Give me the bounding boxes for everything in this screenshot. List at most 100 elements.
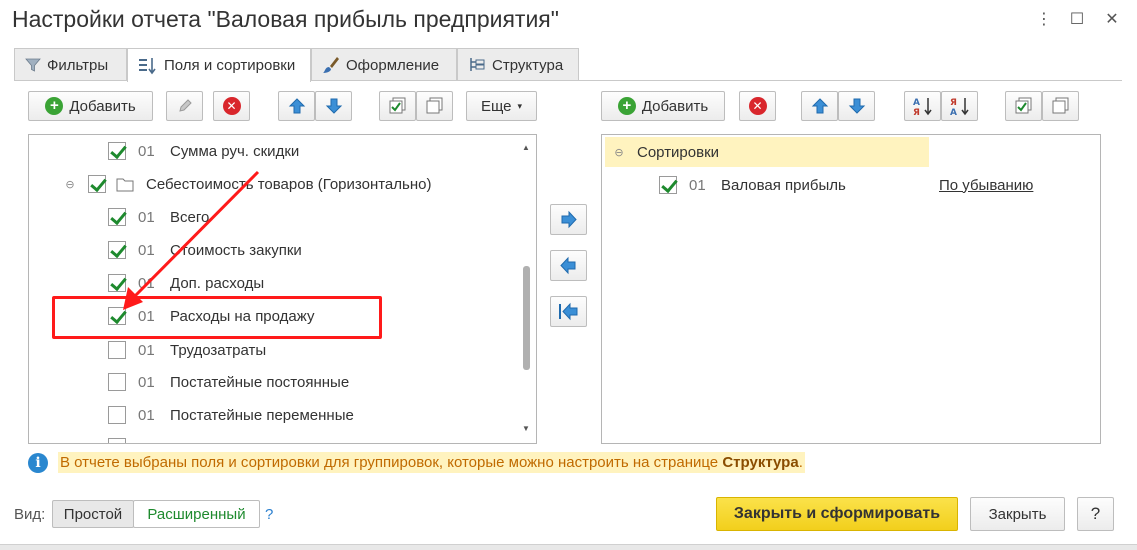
field-row[interactable]: 01 Постатейные постоянные bbox=[108, 370, 349, 394]
move-left-button[interactable] bbox=[550, 250, 587, 281]
window-title: Настройки отчета "Валовая прибыль предпр… bbox=[12, 6, 559, 32]
sort-move-down-button[interactable] bbox=[838, 91, 875, 121]
view-simple-button[interactable]: Простой bbox=[52, 500, 134, 528]
view-advanced-button[interactable]: Расширенный bbox=[133, 500, 260, 528]
sorting-checkbox[interactable] bbox=[659, 176, 677, 194]
scrollbar-thumb[interactable] bbox=[523, 266, 530, 370]
more-button[interactable]: Еще ▾ bbox=[466, 91, 537, 121]
sorting-number: 01 bbox=[689, 176, 706, 194]
maximize-icon[interactable]: ☐ bbox=[1065, 8, 1089, 32]
field-row[interactable]: 01 Всего bbox=[108, 205, 209, 229]
scroll-down-icon[interactable]: ▼ bbox=[521, 424, 531, 433]
field-label: Всего bbox=[170, 208, 210, 226]
close-icon[interactable]: ✕ bbox=[1100, 8, 1124, 32]
field-checkbox[interactable] bbox=[108, 142, 126, 160]
delete-icon: ✕ bbox=[748, 97, 767, 115]
sort-descending-icon: Я А bbox=[950, 98, 969, 116]
tab-label: Фильтры bbox=[47, 56, 109, 74]
tab-design[interactable]: Оформление bbox=[311, 48, 457, 81]
edit-button[interactable] bbox=[166, 91, 203, 121]
tab-filters[interactable]: Фильтры bbox=[14, 48, 127, 81]
sortings-header-row[interactable]: ⊖ Сортировки bbox=[612, 140, 719, 164]
info-text: В отчете выбраны поля и сортировки для г… bbox=[58, 452, 805, 473]
view-help-icon[interactable]: ? bbox=[265, 502, 273, 526]
check-all-icon bbox=[389, 97, 405, 114]
bottom-edge bbox=[0, 544, 1137, 550]
close-button[interactable]: Закрыть bbox=[970, 497, 1065, 531]
field-number: 01 bbox=[138, 241, 155, 259]
add-field-button[interactable]: + Добавить bbox=[28, 91, 153, 121]
tab-label: Оформление bbox=[346, 56, 440, 74]
highlight-box bbox=[52, 296, 382, 339]
arrow-up-icon bbox=[811, 98, 828, 114]
field-checkbox[interactable] bbox=[108, 208, 126, 226]
sort-uncheck-all-button[interactable] bbox=[1042, 91, 1079, 121]
delete-sorting-button[interactable]: ✕ bbox=[739, 91, 776, 121]
view-label: Вид: bbox=[14, 505, 46, 523]
tab-label: Поля и сортировки bbox=[164, 57, 296, 74]
field-number: 01 bbox=[138, 208, 155, 226]
folder-icon bbox=[116, 178, 134, 191]
sort-check-all-button[interactable] bbox=[1005, 91, 1042, 121]
sortings-header: Сортировки bbox=[637, 143, 720, 161]
field-group-row[interactable]: ⊖ Себестоимость товаров (Горизонтально) bbox=[63, 172, 431, 196]
title-bar: Настройки отчета "Валовая прибыль предпр… bbox=[0, 0, 1137, 42]
view-simple-label: Простой bbox=[63, 505, 123, 523]
info-icon: i bbox=[28, 452, 48, 473]
move-right-button[interactable] bbox=[550, 204, 587, 235]
move-all-left-button[interactable] bbox=[550, 296, 587, 327]
uncheck-all-icon bbox=[1052, 97, 1068, 114]
sort-move-up-button[interactable] bbox=[801, 91, 838, 121]
tab-label: Структура bbox=[492, 56, 564, 74]
svg-text:Я: Я bbox=[950, 98, 957, 108]
more-menu-icon[interactable]: ⋮ bbox=[1032, 8, 1056, 32]
collapse-icon[interactable]: ⊖ bbox=[63, 178, 77, 191]
field-row[interactable]: 01 Трудозатраты bbox=[108, 338, 266, 362]
sort-direction-link[interactable]: По убыванию bbox=[939, 173, 1033, 197]
sort-ascending-icon: А Я bbox=[913, 98, 932, 116]
sorting-row[interactable]: 01 Валовая прибыль bbox=[659, 173, 846, 197]
field-number: 01 bbox=[138, 142, 155, 160]
sort-ascending-button[interactable]: А Я bbox=[904, 91, 941, 121]
svg-text:А: А bbox=[913, 98, 920, 108]
field-row[interactable]: 01 Сумма руч. скидки bbox=[108, 139, 299, 163]
field-checkbox[interactable] bbox=[108, 373, 126, 391]
close-and-generate-button[interactable]: Закрыть и сформировать bbox=[716, 497, 958, 531]
tab-fields-sortings[interactable]: Поля и сортировки bbox=[127, 48, 311, 82]
field-checkbox[interactable] bbox=[88, 175, 106, 193]
svg-text:А: А bbox=[950, 108, 957, 116]
field-row[interactable]: 01 Доп. расходы bbox=[108, 271, 264, 295]
delete-button[interactable]: ✕ bbox=[213, 91, 250, 121]
field-checkbox[interactable] bbox=[108, 341, 126, 359]
field-label: Стоимость закупки bbox=[170, 241, 302, 259]
tab-structure[interactable]: Структура bbox=[457, 48, 579, 81]
add-sorting-button[interactable]: + Добавить bbox=[601, 91, 725, 121]
move-down-button[interactable] bbox=[315, 91, 352, 121]
plus-icon: + bbox=[45, 97, 64, 115]
delete-icon: ✕ bbox=[222, 97, 241, 115]
scroll-up-icon[interactable]: ▲ bbox=[521, 143, 531, 152]
field-checkbox[interactable] bbox=[108, 241, 126, 259]
fields-sort-icon bbox=[139, 57, 156, 74]
field-number: 01 bbox=[138, 406, 155, 424]
structure-link[interactable]: Структура bbox=[722, 454, 798, 471]
move-up-button[interactable] bbox=[278, 91, 315, 121]
collapse-icon[interactable]: ⊖ bbox=[612, 146, 626, 159]
field-checkbox[interactable] bbox=[108, 406, 126, 424]
chevron-down-icon: ▾ bbox=[517, 100, 523, 111]
field-row[interactable]: 01 Стоимость закупки bbox=[108, 238, 302, 262]
help-button[interactable]: ? bbox=[1077, 497, 1114, 531]
info-message: В отчете выбраны поля и сортировки для г… bbox=[60, 454, 723, 471]
field-row[interactable]: 01 Постатейные переменные bbox=[108, 403, 354, 427]
check-all-button[interactable] bbox=[379, 91, 416, 121]
sorting-label: Валовая прибыль bbox=[721, 176, 846, 194]
field-label: Сумма руч. скидки bbox=[170, 142, 300, 160]
close-label: Закрыть bbox=[988, 505, 1047, 523]
sort-descending-button[interactable]: Я А bbox=[941, 91, 978, 121]
add-sorting-label: Добавить bbox=[641, 97, 709, 115]
filter-icon bbox=[25, 58, 41, 72]
arrow-up-icon bbox=[288, 98, 305, 114]
uncheck-all-button[interactable] bbox=[416, 91, 453, 121]
field-checkbox[interactable] bbox=[108, 274, 126, 292]
structure-icon bbox=[470, 58, 485, 71]
